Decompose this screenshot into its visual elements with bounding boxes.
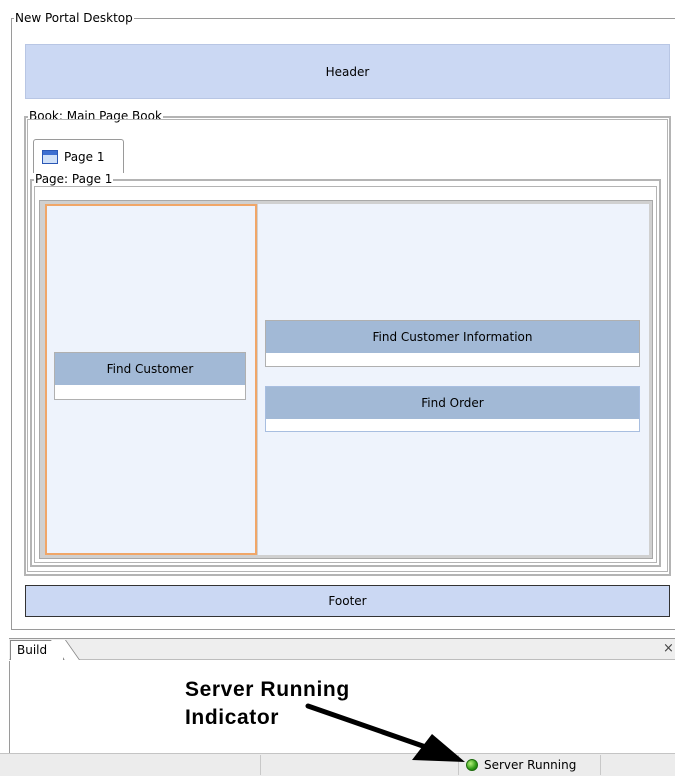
portlet-title-bar[interactable]: Find Order xyxy=(266,387,639,419)
tab-label: Page 1 xyxy=(64,149,105,164)
build-panel-tabbar xyxy=(9,638,675,660)
header-area[interactable]: Header xyxy=(25,44,670,99)
footer-label: Footer xyxy=(328,594,367,608)
server-running-icon xyxy=(466,759,478,771)
close-icon[interactable]: × xyxy=(663,640,675,658)
page-legend: Page: Page 1 xyxy=(34,172,114,186)
status-divider xyxy=(458,755,459,775)
desktop-legend: New Portal Desktop xyxy=(14,11,134,25)
status-divider xyxy=(600,755,601,775)
server-status-label: Server Running xyxy=(484,758,577,772)
portlet-title-bar[interactable]: Find Customer Information xyxy=(266,321,639,353)
callout-line-2: Indicator xyxy=(185,706,280,729)
portlet-find-customer-information[interactable]: Find Customer Information xyxy=(265,320,640,367)
callout-annotation: Server Running Indicator xyxy=(185,676,350,732)
portlet-title: Find Customer Information xyxy=(372,330,533,344)
server-status-indicator[interactable]: Server Running xyxy=(466,755,576,775)
tab-build[interactable]: Build xyxy=(10,640,64,660)
tab-page-1[interactable]: Page 1 xyxy=(33,139,124,173)
portlet-find-order[interactable]: Find Order xyxy=(265,386,640,432)
portlet-find-customer[interactable]: Find Customer xyxy=(54,352,246,400)
build-tab-label: Build xyxy=(17,643,48,657)
callout-line-1: Server Running xyxy=(185,678,350,701)
placeholder-right[interactable] xyxy=(258,204,649,555)
portlet-title: Find Customer xyxy=(106,362,194,376)
header-label: Header xyxy=(325,64,370,79)
portlet-title: Find Order xyxy=(421,396,484,410)
page-icon xyxy=(42,149,58,164)
portlet-title-bar[interactable]: Find Customer xyxy=(55,353,245,385)
footer-area[interactable]: Footer xyxy=(25,585,670,617)
status-divider xyxy=(260,755,261,775)
